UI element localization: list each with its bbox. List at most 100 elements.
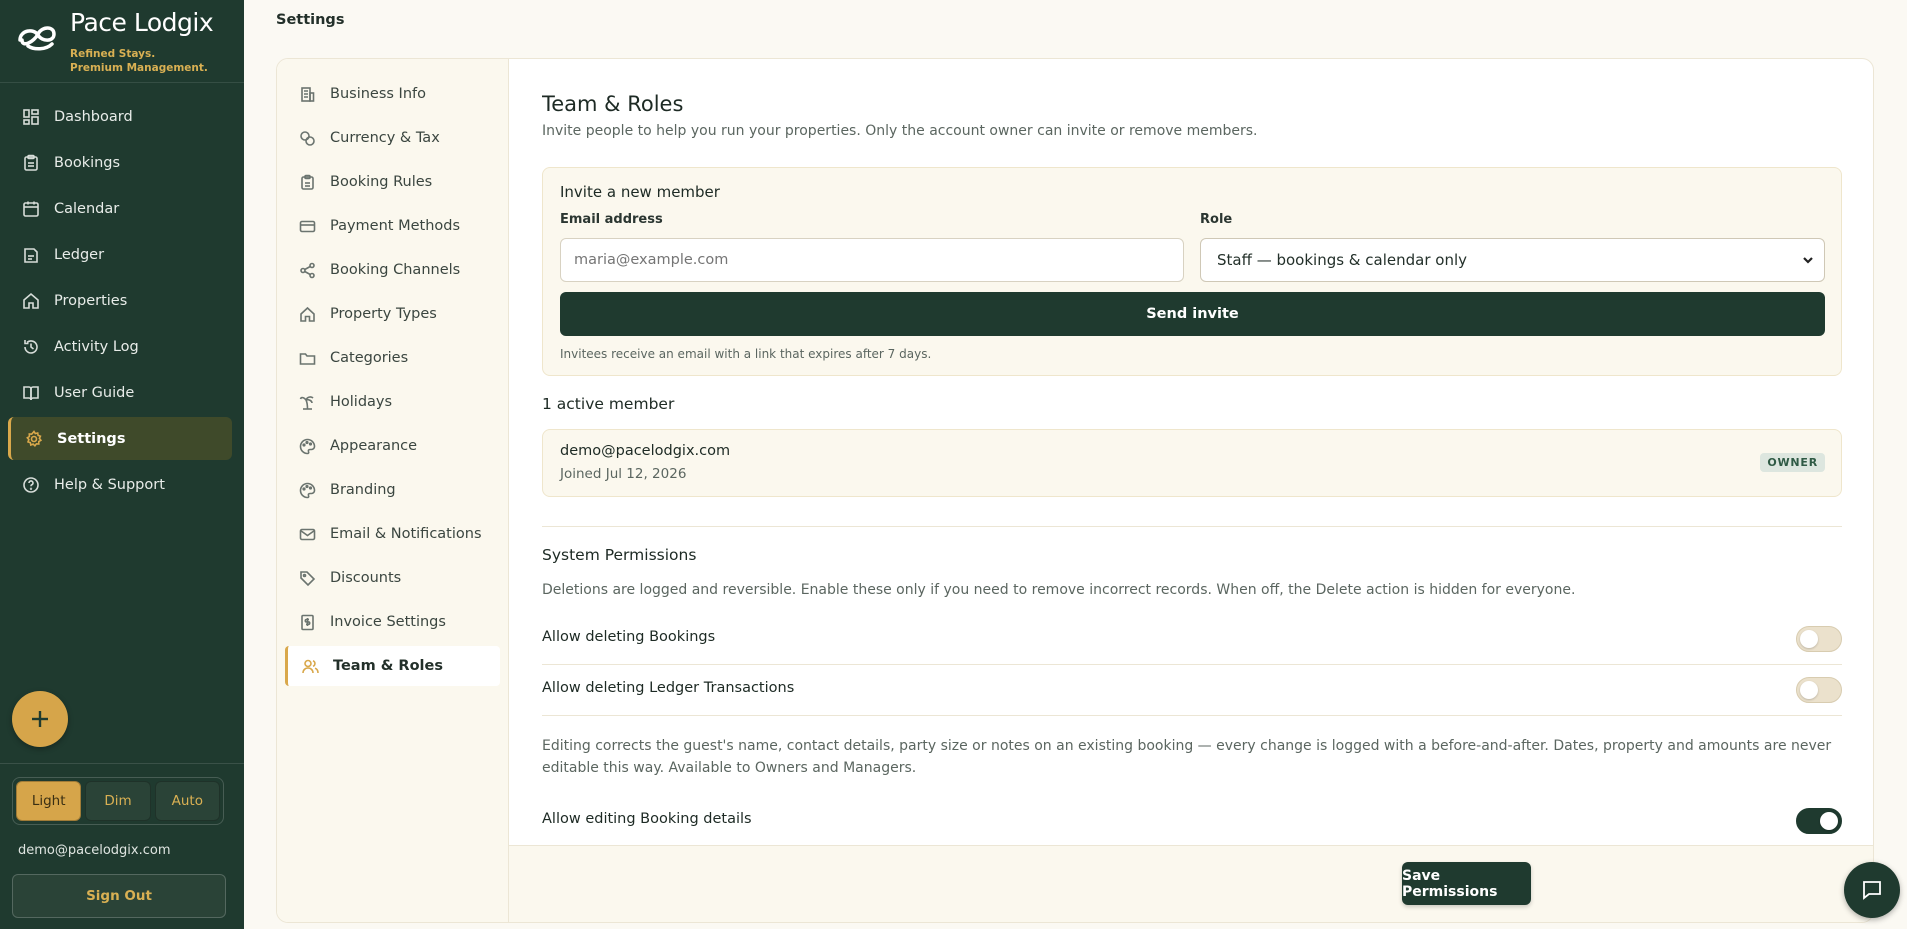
chevron-down-icon: [1803, 257, 1813, 264]
settings-nav-payment-methods[interactable]: Payment Methods: [285, 206, 500, 246]
system-permissions-description: Deletions are logged and reversible. Ena…: [542, 582, 1576, 598]
settings-nav-business-info[interactable]: Business Info: [285, 74, 500, 114]
quick-add-button[interactable]: [12, 691, 68, 747]
sign-out-button[interactable]: Sign Out: [12, 874, 226, 918]
theme-light-button[interactable]: Light: [16, 781, 82, 821]
calendar-icon: [22, 200, 40, 218]
settings-nav-label: Payment Methods: [330, 218, 461, 234]
permission-label: Allow deleting Bookings: [542, 629, 716, 645]
dashboard-icon: [22, 108, 40, 126]
permission-row-delete-bookings: Allow deleting Bookings: [542, 614, 1842, 665]
settings-nav-label: Discounts: [330, 570, 402, 586]
edit-permissions-description: Editing corrects the guest's name, conta…: [542, 738, 1832, 776]
palette-icon: [299, 482, 316, 498]
sidebar-divider: [0, 763, 244, 764]
settings-nav-email-notifications[interactable]: Email & Notifications: [285, 514, 500, 554]
sidebar-item-activity-log[interactable]: Activity Log: [8, 325, 232, 368]
book-icon: [22, 384, 40, 402]
section-heading: Team & Roles: [542, 92, 684, 116]
user-email: demo@pacelodgix.com: [18, 843, 171, 858]
tag-icon: [300, 570, 316, 586]
delete-bookings-toggle[interactable]: [1796, 626, 1842, 652]
theme-dim-button[interactable]: Dim: [85, 781, 151, 821]
credit-card-icon: [299, 220, 316, 232]
palm-tree-icon: [299, 395, 314, 410]
settings-nav-categories[interactable]: Categories: [285, 338, 500, 378]
delete-ledger-toggle[interactable]: [1796, 677, 1842, 703]
divider: [542, 526, 1842, 527]
members-count-title: 1 active member: [542, 395, 675, 413]
settings-nav-label: Business Info: [330, 86, 426, 102]
settings-nav-label: Currency & Tax: [330, 130, 440, 146]
sidebar-item-settings[interactable]: Settings: [8, 417, 232, 460]
member-row: demo@pacelodgix.com Joined Jul 12, 2026 …: [542, 429, 1842, 497]
sidebar-item-label: User Guide: [54, 384, 135, 401]
role-select[interactable]: Staff — bookings & calendar only: [1200, 238, 1825, 282]
settings-nav-holidays[interactable]: Holidays: [285, 382, 500, 422]
settings-nav: Business Info Currency & Tax Booking Rul…: [277, 59, 509, 922]
users-icon: [302, 659, 319, 673]
sidebar-item-label: Ledger: [54, 246, 105, 263]
settings-nav-label: Holidays: [330, 394, 393, 410]
brand-name: Pace Lodgix: [70, 8, 214, 37]
sidebar-item-label: Dashboard: [54, 108, 133, 125]
home-icon: [22, 292, 40, 310]
settings-nav-label: Team & Roles: [333, 658, 443, 674]
sidebar-item-bookings[interactable]: Bookings: [8, 141, 232, 184]
sidebar-item-calendar[interactable]: Calendar: [8, 187, 232, 230]
building-icon: [301, 86, 315, 102]
settings-nav-currency-tax[interactable]: Currency & Tax: [285, 118, 500, 158]
sidebar-item-properties[interactable]: Properties: [8, 279, 232, 322]
invite-title: Invite a new member: [560, 183, 720, 201]
sidebar-item-label: Help & Support: [54, 476, 165, 493]
sidebar-item-label: Properties: [54, 292, 128, 309]
theme-toggle: Light Dim Auto: [12, 777, 224, 825]
toggle-knob: [1800, 681, 1818, 699]
settings-nav-branding[interactable]: Branding: [285, 470, 500, 510]
sidebar-item-ledger[interactable]: Ledger: [8, 233, 232, 276]
sidebar-item-label: Activity Log: [54, 338, 139, 355]
save-permissions-button[interactable]: Save Permissions: [1402, 862, 1531, 905]
sidebar-item-user-guide[interactable]: User Guide: [8, 371, 232, 414]
history-icon: [22, 338, 40, 356]
settings-nav-booking-channels[interactable]: Booking Channels: [285, 250, 500, 290]
brand-tagline-1: Refined Stays.: [70, 48, 156, 60]
permission-label: Allow editing Booking details: [542, 811, 752, 827]
settings-nav-booking-rules[interactable]: Booking Rules: [285, 162, 500, 202]
settings-nav-label: Invoice Settings: [330, 614, 446, 630]
settings-nav-discounts[interactable]: Discounts: [285, 558, 500, 598]
settings-nav-team-roles[interactable]: Team & Roles: [285, 646, 500, 686]
settings-nav-appearance[interactable]: Appearance: [285, 426, 500, 466]
brand[interactable]: Pace Lodgix Refined Stays. Premium Manag…: [0, 0, 244, 83]
settings-nav-invoice-settings[interactable]: Invoice Settings: [285, 602, 500, 642]
team-roles-panel: Team & Roles Invite people to help you r…: [542, 59, 1842, 845]
permission-row-delete-ledger: Allow deleting Ledger Transactions: [542, 665, 1842, 716]
sidebar-item-help-support[interactable]: Help & Support: [8, 463, 232, 506]
ledger-icon: [22, 246, 40, 264]
brand-tagline-2: Premium Management.: [70, 62, 208, 74]
invite-form: Invite a new member Email address Role S…: [542, 167, 1842, 376]
settings-nav-property-types[interactable]: Property Types: [285, 294, 500, 334]
sidebar-item-label: Settings: [57, 430, 126, 447]
settings-card: Business Info Currency & Tax Booking Rul…: [276, 58, 1874, 923]
settings-nav-label: Booking Rules: [330, 174, 433, 190]
share-icon: [300, 262, 315, 278]
member-joined: Joined Jul 12, 2026: [560, 466, 687, 482]
toggle-knob: [1820, 812, 1838, 830]
edit-bookings-toggle[interactable]: [1796, 808, 1842, 834]
mail-icon: [299, 528, 316, 540]
sidebar: Pace Lodgix Refined Stays. Premium Manag…: [0, 0, 244, 929]
theme-auto-button[interactable]: Auto: [154, 781, 220, 821]
card-footer: [509, 845, 1873, 922]
chat-button[interactable]: [1844, 862, 1900, 918]
coins-icon: [300, 130, 315, 146]
sidebar-item-dashboard[interactable]: Dashboard: [8, 95, 232, 138]
sidebar-item-label: Calendar: [54, 200, 120, 217]
send-invite-button[interactable]: Send invite: [560, 292, 1825, 336]
role-badge: OWNER: [1760, 453, 1825, 472]
brand-logo-icon: [18, 26, 56, 51]
email-field[interactable]: [560, 238, 1184, 282]
chat-icon: [1863, 881, 1881, 900]
role-label: Role: [1200, 212, 1233, 227]
invite-note: Invitees receive an email with a link th…: [560, 347, 932, 361]
